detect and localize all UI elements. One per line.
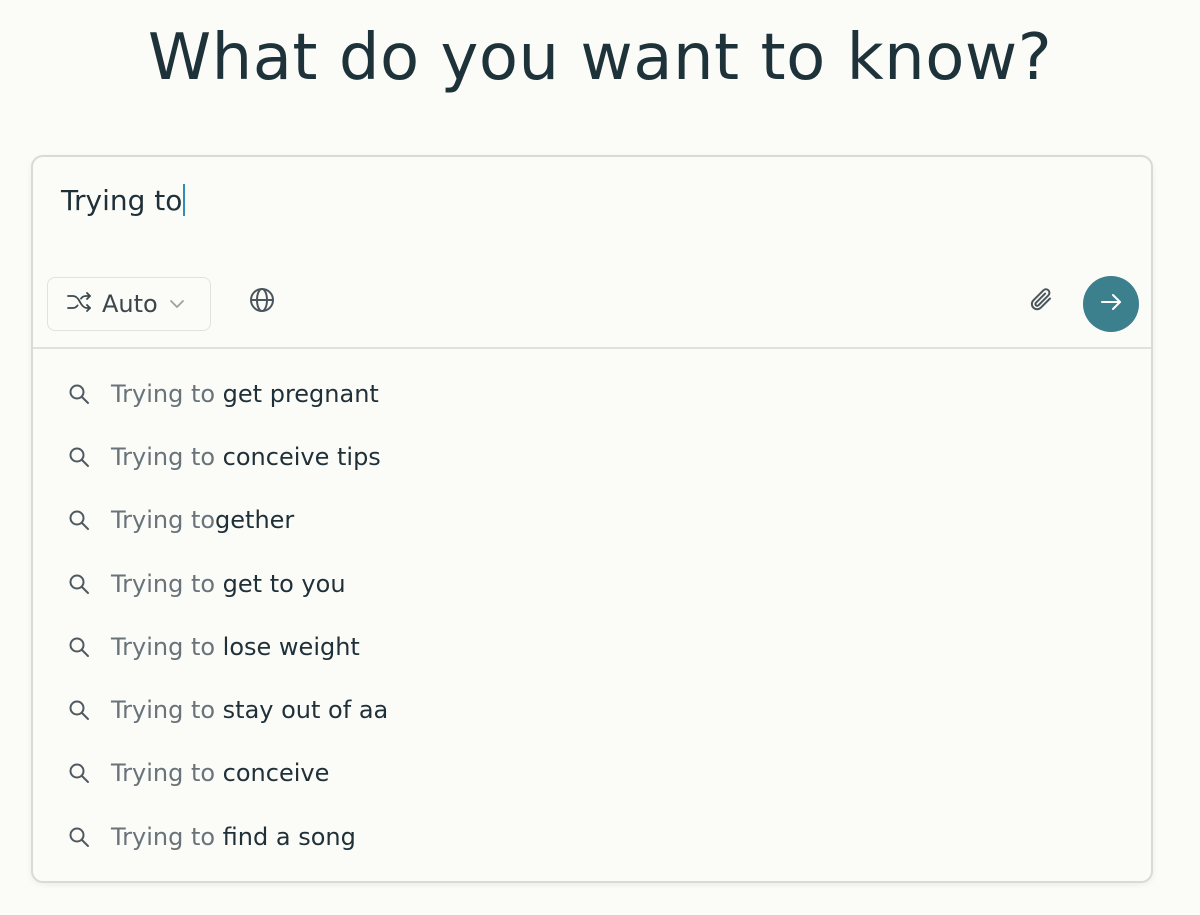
suggestion-prefix: Trying to bbox=[111, 759, 223, 788]
search-icon bbox=[69, 637, 89, 657]
suggestion-text: Trying to get to you bbox=[111, 569, 346, 599]
suggestion-completion: get pregnant bbox=[222, 379, 379, 408]
suggestion-prefix: Trying to bbox=[111, 632, 223, 661]
suggestion-text: Trying to find a song bbox=[111, 822, 356, 852]
mode-label: Auto bbox=[102, 290, 158, 318]
suggestion-item[interactable]: Trying to conceive bbox=[33, 742, 1151, 805]
search-input[interactable]: Trying to bbox=[61, 183, 186, 219]
suggestion-prefix: Trying to bbox=[111, 506, 216, 535]
search-icon bbox=[69, 574, 89, 594]
suggestion-prefix: Trying to bbox=[111, 379, 223, 408]
suggestion-list: Trying to get pregnant Trying to conceiv… bbox=[33, 362, 1151, 868]
suggestion-completion: find a song bbox=[222, 822, 356, 851]
suggestion-item[interactable]: Trying to conceive tips bbox=[33, 425, 1151, 488]
arrow-right-icon bbox=[1098, 289, 1124, 319]
suggestion-completion: stay out of aa bbox=[222, 696, 389, 725]
suggestion-completion: conceive tips bbox=[222, 442, 381, 471]
suggestion-text: Trying to lose weight bbox=[111, 632, 360, 662]
suggestion-text: Trying together bbox=[111, 505, 294, 535]
suggestion-text: Trying to stay out of aa bbox=[111, 695, 388, 725]
text-caret bbox=[183, 184, 186, 216]
suggestion-text: Trying to conceive bbox=[111, 758, 329, 788]
page-title: What do you want to know? bbox=[147, 21, 1053, 95]
suggestion-item[interactable]: Trying to get pregnant bbox=[33, 362, 1151, 425]
suggestion-text: Trying to get pregnant bbox=[111, 379, 379, 409]
suggestion-prefix: Trying to bbox=[111, 442, 223, 471]
suggestion-item[interactable]: Trying to get to you bbox=[33, 552, 1151, 615]
divider bbox=[33, 347, 1151, 349]
suggestion-item[interactable]: Trying together bbox=[33, 489, 1151, 552]
suggestion-prefix: Trying to bbox=[111, 696, 223, 725]
suggestion-prefix: Trying to bbox=[111, 569, 223, 598]
suggestion-completion: get to you bbox=[222, 569, 346, 598]
page: What do you want to know? Trying to Auto bbox=[0, 0, 1200, 915]
search-icon bbox=[69, 384, 89, 404]
search-icon bbox=[69, 763, 89, 784]
web-search-toggle[interactable] bbox=[245, 285, 279, 319]
mode-selector-button[interactable]: Auto bbox=[47, 277, 211, 331]
globe-icon bbox=[248, 286, 276, 318]
search-box: Trying to Auto Trying to get pregnant Tr… bbox=[31, 155, 1153, 883]
suggestion-completion: lose weight bbox=[222, 632, 360, 661]
suggestion-item[interactable]: Trying to lose weight bbox=[33, 615, 1151, 678]
suggestion-item[interactable]: Trying to find a song bbox=[33, 805, 1151, 868]
paperclip-icon bbox=[1028, 285, 1056, 319]
suggestion-prefix: Trying to bbox=[111, 822, 223, 851]
search-input-value: Trying to bbox=[61, 184, 183, 217]
chevron-down-icon bbox=[168, 295, 186, 314]
search-icon bbox=[69, 510, 89, 531]
shuffle-icon bbox=[66, 291, 92, 317]
search-icon bbox=[69, 700, 89, 721]
submit-button[interactable] bbox=[1083, 276, 1139, 332]
suggestion-item[interactable]: Trying to stay out of aa bbox=[33, 678, 1151, 741]
attach-file-button[interactable] bbox=[1025, 285, 1059, 319]
suggestion-completion: conceive bbox=[222, 759, 330, 788]
suggestion-text: Trying to conceive tips bbox=[111, 442, 381, 472]
suggestion-completion: gether bbox=[215, 506, 295, 535]
search-icon bbox=[69, 827, 89, 847]
search-icon bbox=[69, 447, 89, 467]
